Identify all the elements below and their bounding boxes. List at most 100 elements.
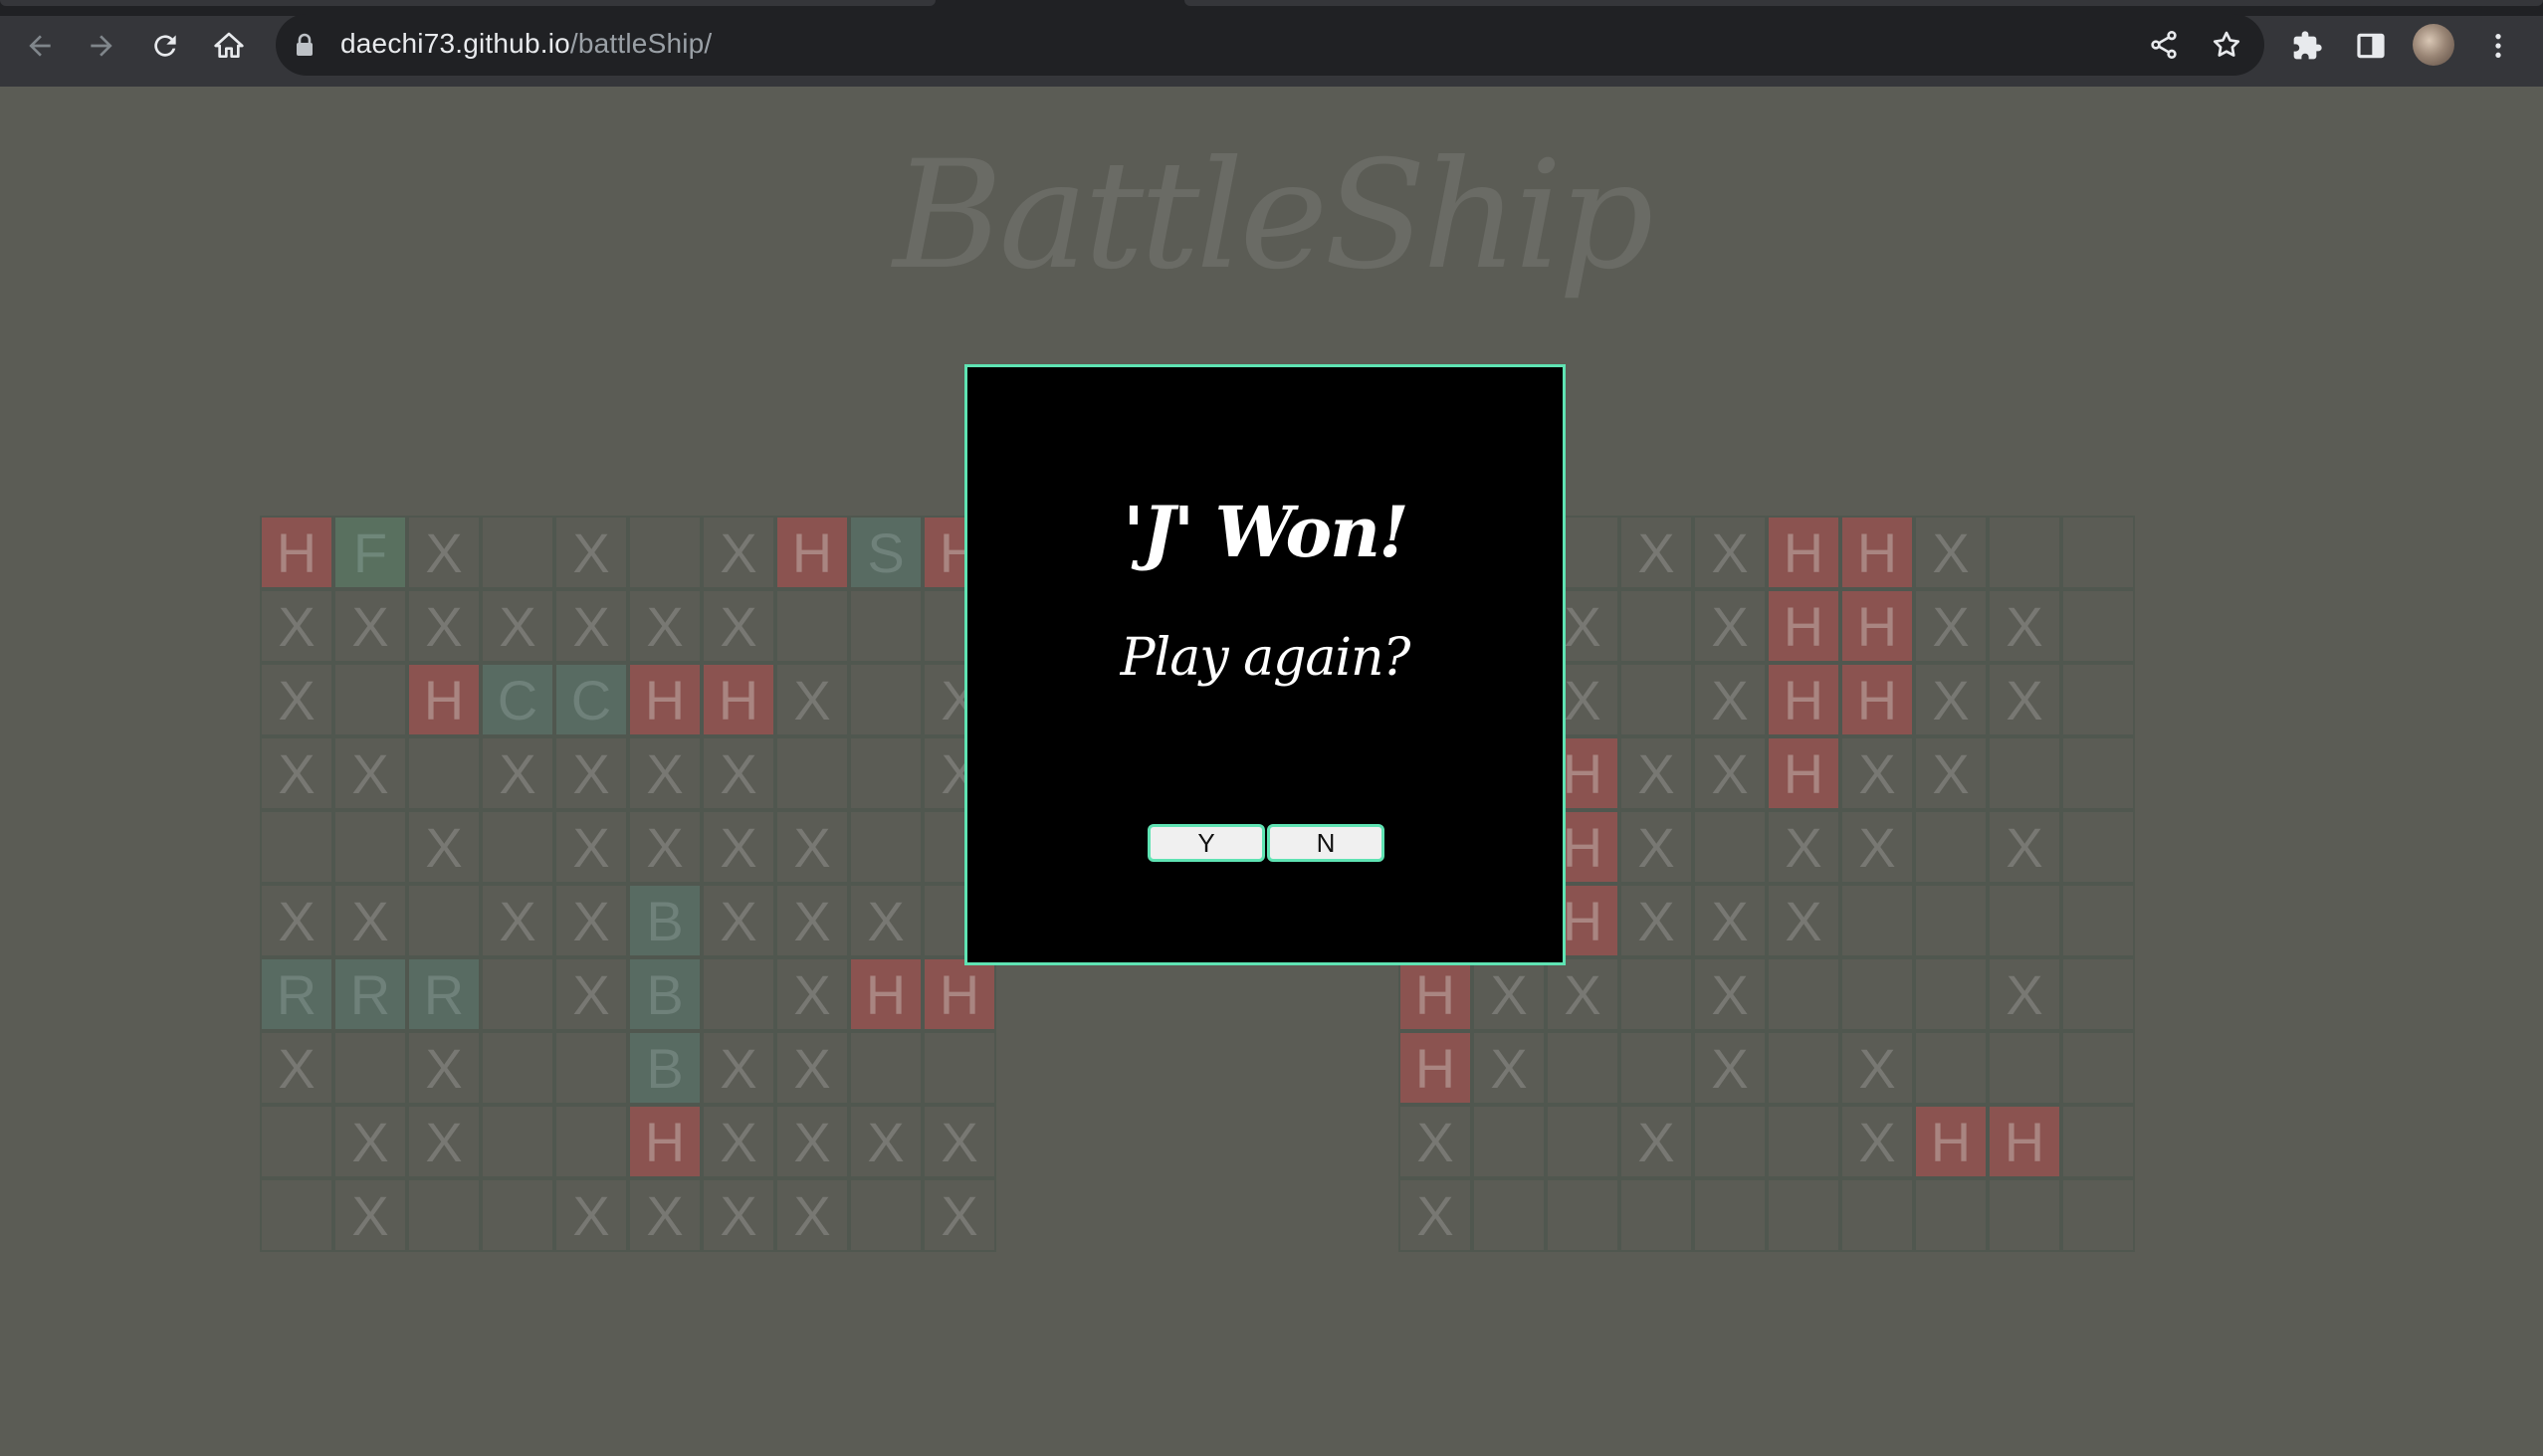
- board-cell[interactable]: X: [923, 1105, 996, 1178]
- board-cell[interactable]: X: [1840, 810, 1914, 884]
- board-cell[interactable]: [481, 957, 554, 1031]
- board-cell[interactable]: X: [923, 1178, 996, 1252]
- board-cell[interactable]: X: [628, 736, 702, 810]
- board-cell[interactable]: X: [333, 589, 407, 663]
- board-cell[interactable]: [1472, 1178, 1546, 1252]
- board-cell[interactable]: [1619, 589, 1693, 663]
- board-cell[interactable]: [1914, 957, 1988, 1031]
- board-cell[interactable]: H: [628, 663, 702, 736]
- board-cell[interactable]: [2061, 589, 2135, 663]
- board-cell[interactable]: X: [1619, 736, 1693, 810]
- board-cell[interactable]: H: [1767, 663, 1840, 736]
- board-cell[interactable]: X: [481, 884, 554, 957]
- board-cell[interactable]: X: [775, 810, 849, 884]
- board-cell[interactable]: B: [628, 1031, 702, 1105]
- board-cell[interactable]: X: [702, 1031, 775, 1105]
- board-cell[interactable]: X: [1988, 810, 2061, 884]
- reload-button[interactable]: [143, 24, 187, 68]
- board-cell[interactable]: X: [407, 516, 481, 589]
- board-cell[interactable]: H: [1840, 663, 1914, 736]
- board-cell[interactable]: X: [775, 884, 849, 957]
- board-cell[interactable]: [1767, 1031, 1840, 1105]
- extensions-button[interactable]: [2285, 24, 2329, 68]
- board-cell[interactable]: [2061, 663, 2135, 736]
- board-cell[interactable]: R: [260, 957, 333, 1031]
- board-cell[interactable]: X: [1693, 663, 1767, 736]
- menu-button[interactable]: [2476, 24, 2520, 68]
- board-cell[interactable]: [702, 957, 775, 1031]
- board-cell[interactable]: [260, 810, 333, 884]
- board-cell[interactable]: H: [849, 957, 923, 1031]
- board-cell[interactable]: [849, 589, 923, 663]
- share-icon[interactable]: [2148, 29, 2180, 61]
- board-cell[interactable]: X: [260, 663, 333, 736]
- board-cell[interactable]: [1988, 1178, 2061, 1252]
- tab-edge-left[interactable]: [0, 0, 936, 6]
- board-cell[interactable]: X: [1398, 1178, 1472, 1252]
- board-cell[interactable]: [481, 1178, 554, 1252]
- board-cell[interactable]: X: [1988, 957, 2061, 1031]
- board-cell[interactable]: X: [407, 589, 481, 663]
- board-cell[interactable]: B: [628, 884, 702, 957]
- board-cell[interactable]: X: [407, 810, 481, 884]
- board-cell[interactable]: X: [1472, 957, 1546, 1031]
- board-cell[interactable]: [2061, 957, 2135, 1031]
- board-cell[interactable]: [481, 1031, 554, 1105]
- board-cell[interactable]: H: [1767, 589, 1840, 663]
- board-cell[interactable]: [2061, 736, 2135, 810]
- board-cell[interactable]: [1840, 884, 1914, 957]
- board-cell[interactable]: X: [775, 1031, 849, 1105]
- board-cell[interactable]: [481, 516, 554, 589]
- board-cell[interactable]: X: [407, 1105, 481, 1178]
- board-cell[interactable]: X: [775, 1105, 849, 1178]
- board-cell[interactable]: [407, 736, 481, 810]
- board-cell[interactable]: X: [554, 810, 628, 884]
- board-cell[interactable]: X: [702, 736, 775, 810]
- board-cell[interactable]: [554, 1031, 628, 1105]
- board-cell[interactable]: H: [628, 1105, 702, 1178]
- board-cell[interactable]: [1767, 1105, 1840, 1178]
- board-cell[interactable]: H: [407, 663, 481, 736]
- board-cell[interactable]: X: [260, 589, 333, 663]
- board-cell[interactable]: X: [1914, 663, 1988, 736]
- board-cell[interactable]: H: [1840, 516, 1914, 589]
- board-cell[interactable]: R: [407, 957, 481, 1031]
- board-cell[interactable]: X: [1619, 884, 1693, 957]
- board-cell[interactable]: X: [481, 589, 554, 663]
- board-cell[interactable]: [849, 1031, 923, 1105]
- board-cell[interactable]: [849, 810, 923, 884]
- board-cell[interactable]: [1914, 884, 1988, 957]
- board-cell[interactable]: X: [849, 1105, 923, 1178]
- board-cell[interactable]: X: [554, 736, 628, 810]
- board-cell[interactable]: [2061, 1105, 2135, 1178]
- board-cell[interactable]: [1914, 1178, 1988, 1252]
- board-cell[interactable]: [407, 1178, 481, 1252]
- board-cell[interactable]: [1546, 1105, 1619, 1178]
- board-cell[interactable]: [1988, 1031, 2061, 1105]
- board-cell[interactable]: X: [1693, 589, 1767, 663]
- board-cell[interactable]: X: [1988, 589, 2061, 663]
- board-cell[interactable]: C: [554, 663, 628, 736]
- board-cell[interactable]: X: [1619, 516, 1693, 589]
- board-cell[interactable]: [1767, 1178, 1840, 1252]
- board-cell[interactable]: [481, 810, 554, 884]
- board-cell[interactable]: [1619, 957, 1693, 1031]
- board-cell[interactable]: H: [775, 516, 849, 589]
- side-panel-button[interactable]: [2349, 24, 2393, 68]
- board-cell[interactable]: X: [333, 1105, 407, 1178]
- board-cell[interactable]: [849, 736, 923, 810]
- board-cell[interactable]: X: [554, 884, 628, 957]
- board-cell[interactable]: X: [554, 1178, 628, 1252]
- board-cell[interactable]: X: [1693, 957, 1767, 1031]
- board-cell[interactable]: X: [1914, 736, 1988, 810]
- board-cell[interactable]: X: [1840, 1105, 1914, 1178]
- board-cell[interactable]: [407, 884, 481, 957]
- board-cell[interactable]: X: [849, 884, 923, 957]
- board-cell[interactable]: X: [333, 884, 407, 957]
- forward-button[interactable]: [80, 24, 123, 68]
- board-cell[interactable]: S: [849, 516, 923, 589]
- board-cell[interactable]: X: [775, 1178, 849, 1252]
- board-cell[interactable]: X: [481, 736, 554, 810]
- board-cell[interactable]: [1693, 810, 1767, 884]
- board-cell[interactable]: X: [1546, 957, 1619, 1031]
